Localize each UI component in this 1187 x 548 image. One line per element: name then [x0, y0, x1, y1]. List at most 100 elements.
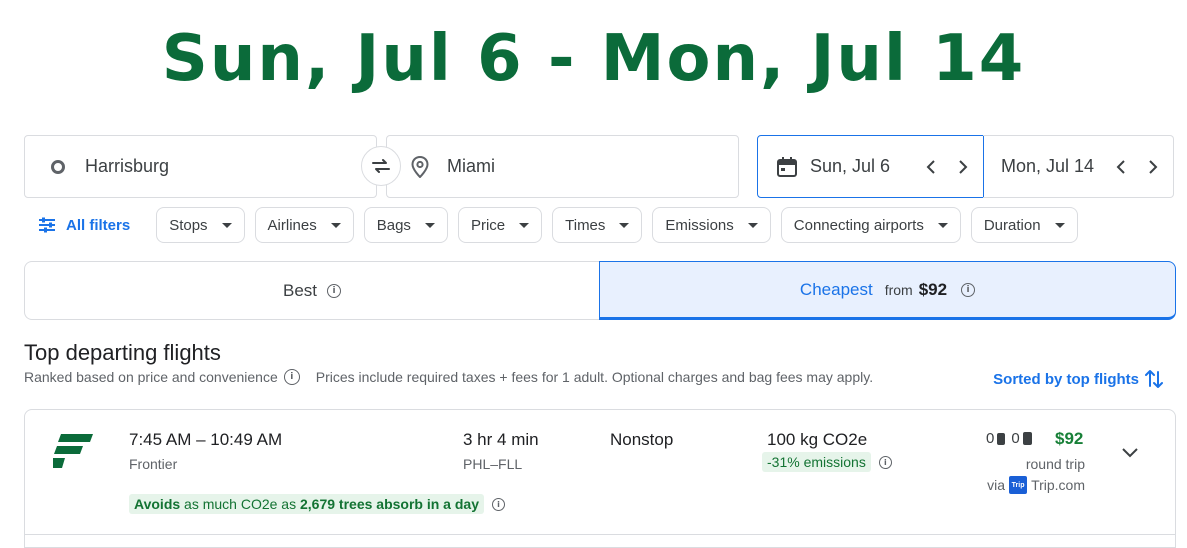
results-subtitle: Ranked based on price and convenience — [24, 369, 278, 385]
sorted-label: Sorted by top flights — [993, 370, 1139, 388]
filter-price-label: Price — [470, 216, 506, 234]
checked-bag-icon — [1022, 432, 1032, 445]
price-note: Prices include required taxes + fees for… — [315, 369, 874, 385]
destination-field[interactable]: Miami — [386, 135, 739, 198]
date-selector: Sun, Jul 6 Mon, Jul 14 — [757, 135, 1174, 198]
calendar-icon — [776, 156, 798, 178]
filter-emissions-label: Emissions — [665, 216, 734, 234]
flight-result-card[interactable]: 7:45 AM – 10:49 AM Frontier 3 hr 4 min P… — [24, 409, 1176, 548]
filter-stops[interactable]: Stops — [156, 207, 245, 243]
flight-times: 7:45 AM – 10:49 AM — [129, 430, 283, 449]
tab-cheapest[interactable]: Cheapest from $92 i — [599, 261, 1176, 320]
sort-tabs: Best i Cheapest from $92 i — [24, 261, 1176, 320]
avoid-strong: 2,679 trees absorb in a day — [300, 496, 479, 512]
tab-best-label: Best — [282, 280, 318, 300]
sort-by-button[interactable]: Sorted by top flights — [993, 368, 1163, 390]
caret-down-icon — [619, 222, 630, 228]
filter-times[interactable]: Times — [552, 207, 643, 243]
trip-type: round trip — [1025, 456, 1085, 472]
filter-emissions[interactable]: Emissions — [652, 207, 771, 243]
info-icon[interactable]: i — [878, 455, 892, 469]
chevron-right-icon — [1149, 159, 1158, 174]
filter-airlines[interactable]: Airlines — [254, 207, 354, 243]
return-prev-day-button[interactable] — [1105, 151, 1137, 183]
filter-price[interactable]: Price — [457, 207, 543, 243]
co2-avoid-pill: Avoids as much CO2e as 2,679 trees absor… — [129, 494, 484, 514]
departure-date-field[interactable]: Sun, Jul 6 — [757, 135, 984, 198]
sort-arrows-icon — [1145, 370, 1163, 388]
results-title: Top departing flights — [24, 340, 221, 365]
filter-stops-label: Stops — [169, 216, 208, 234]
info-icon[interactable]: i — [283, 369, 300, 385]
tab-best[interactable]: Best i — [24, 261, 599, 320]
co2-amount: 100 kg CO2e — [767, 430, 868, 449]
flight-duration: 3 hr 4 min — [463, 430, 539, 449]
return-next-day-button[interactable] — [1137, 151, 1169, 183]
avoid-lead: Avoids — [134, 496, 181, 512]
emissions-badge: -31% emissions — [762, 452, 871, 472]
all-filters-button[interactable]: All filters — [38, 217, 130, 234]
co2-avoid-note: Avoids as much CO2e as 2,679 trees absor… — [129, 494, 505, 514]
caret-down-icon — [937, 222, 948, 228]
filter-bags[interactable]: Bags — [363, 207, 448, 243]
destination-value: Miami — [447, 156, 495, 176]
tune-icon — [39, 217, 55, 233]
caret-down-icon — [747, 222, 758, 228]
carry-on-count: 0 — [986, 430, 995, 447]
results-subtitle-row: Ranked based on price and convenience i … — [24, 369, 873, 385]
filter-duration-label: Duration — [983, 216, 1041, 234]
swap-icon — [372, 159, 390, 173]
flight-stops: Nonstop — [610, 430, 674, 449]
filter-duration[interactable]: Duration — [970, 207, 1078, 243]
caret-down-icon — [424, 222, 435, 228]
return-date-value: Mon, Jul 14 — [1001, 156, 1095, 176]
trip-com-logo-icon: Trip — [1009, 476, 1028, 494]
info-icon[interactable]: i — [327, 283, 342, 298]
info-icon[interactable]: i — [961, 282, 976, 297]
filter-bags-label: Bags — [376, 216, 411, 234]
card-divider — [25, 534, 1175, 535]
all-filters-label: All filters — [66, 216, 131, 234]
flight-route: PHL–FLL — [463, 456, 523, 472]
info-icon[interactable]: i — [491, 497, 505, 511]
cheapest-from-label: from — [884, 281, 913, 298]
filter-bar: All filters Stops Airlines Bags Price Ti… — [24, 207, 1174, 243]
tab-cheapest-label: Cheapest — [799, 279, 873, 299]
bag-counts: 0 0 — [986, 430, 1038, 447]
chevron-down-icon — [1122, 448, 1138, 458]
flight-price: $92 — [1055, 429, 1084, 448]
filter-connecting-airports[interactable]: Connecting airports — [780, 207, 961, 243]
booking-via: via Trip Trip.com — [987, 476, 1085, 494]
chevron-right-icon — [959, 159, 968, 174]
via-prefix: via — [987, 477, 1006, 493]
departure-prev-day-button[interactable] — [915, 151, 947, 183]
caret-down-icon — [221, 222, 232, 228]
chevron-left-icon — [1116, 159, 1125, 174]
checked-bag-count: 0 — [1011, 430, 1020, 447]
expand-flight-button[interactable] — [1115, 438, 1145, 468]
return-date-field[interactable]: Mon, Jul 14 — [983, 135, 1174, 198]
origin-value: Harrisburg — [85, 156, 170, 176]
departure-date-value: Sun, Jul 6 — [810, 156, 891, 176]
filter-times-label: Times — [565, 216, 606, 234]
map-pin-icon — [409, 155, 431, 178]
caret-down-icon — [1054, 222, 1065, 228]
swap-button[interactable] — [361, 146, 401, 186]
date-range-banner: Sun, Jul 6 - Mon, Jul 14 — [161, 22, 1026, 96]
caret-down-icon — [330, 222, 341, 228]
departure-next-day-button[interactable] — [947, 151, 979, 183]
cheapest-price: $92 — [918, 279, 948, 299]
carry-on-bag-icon — [997, 432, 1006, 445]
filter-airlines-label: Airlines — [267, 216, 317, 234]
filter-connecting-airports-label: Connecting airports — [793, 216, 924, 234]
chevron-left-icon — [926, 159, 935, 174]
origin-ring-icon — [47, 156, 69, 178]
frontier-logo-icon — [53, 434, 93, 468]
flight-search-bar: Harrisburg Miami Sun, Jul 6 Mon, Jul 14 — [24, 135, 1174, 198]
emissions-row: -31% emissions i — [762, 452, 892, 472]
avoid-mid: as much CO2e as — [184, 496, 297, 512]
airline-name: Frontier — [129, 456, 178, 472]
caret-down-icon — [519, 222, 530, 228]
via-site: Trip.com — [1031, 477, 1085, 493]
origin-field[interactable]: Harrisburg — [24, 135, 377, 198]
